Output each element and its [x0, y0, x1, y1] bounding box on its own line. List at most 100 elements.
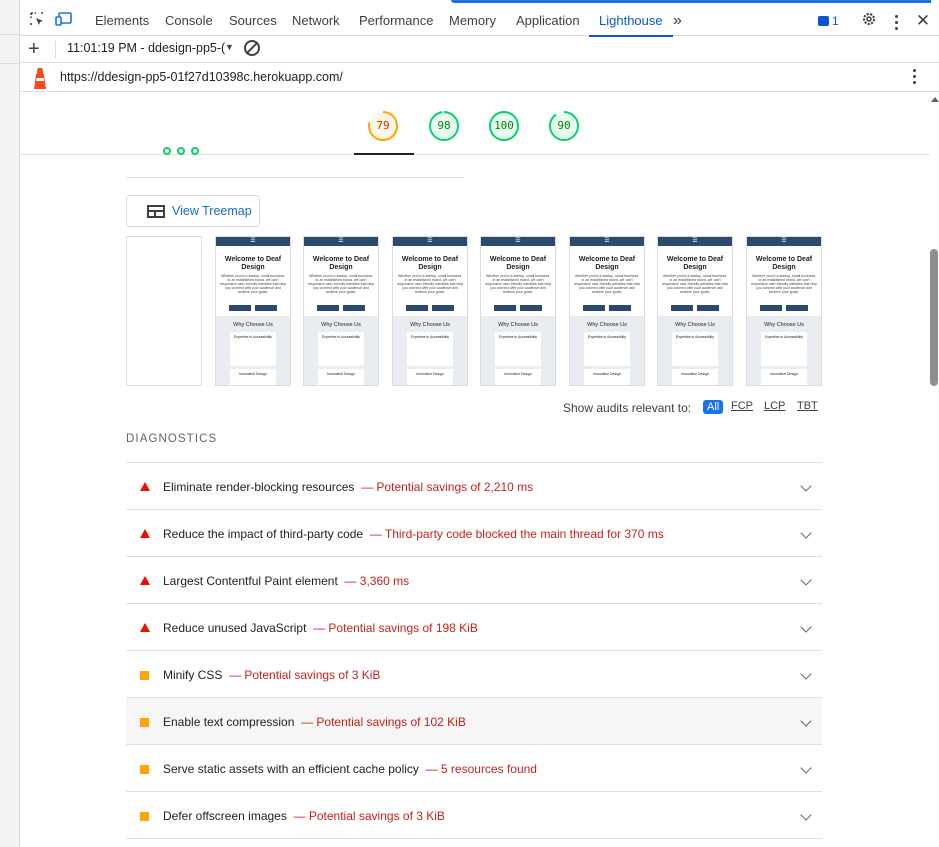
score-header: 79 98 100 90 — [20, 92, 930, 155]
frame-text: Whether you're a startup, small business… — [307, 274, 375, 294]
filmstrip-frame: ☰ Welcome to Deaf Design Whether you're a … — [215, 236, 291, 386]
device-toolbar-icon[interactable] — [54, 11, 74, 31]
section-divider — [126, 177, 464, 178]
view-treemap-label: View Treemap — [172, 204, 252, 218]
inspect-element-icon[interactable] — [27, 11, 47, 31]
frame-hero: Welcome to Deaf Design Whether you're a s… — [481, 246, 555, 316]
clear-reports-icon[interactable] — [244, 40, 260, 56]
diagnostic-audit-row[interactable]: Minify CSS — Potential savings of 3 KiB — [126, 650, 822, 697]
frame-card2: Innovative Design — [495, 369, 541, 385]
filmstrip-frame: ☰ Welcome to Deaf Design Whether you're a … — [303, 236, 379, 386]
settings-gear-icon[interactable] — [859, 11, 879, 31]
frame-card2-title: Innovative Design — [770, 372, 798, 376]
scroll-up-arrow-icon[interactable] — [931, 97, 939, 102]
tab-sources[interactable]: Sources — [229, 6, 277, 36]
view-treemap-button[interactable]: View Treemap — [126, 195, 260, 227]
frame-card2-title: Innovative Design — [681, 372, 709, 376]
tab-lighthouse[interactable]: Lighthouse — [589, 6, 673, 37]
score-gauge-seo[interactable]: 90 — [548, 110, 580, 142]
frame-card-title: Expertise in Accessibility — [321, 335, 361, 339]
devtools-tabbar: Elements Console Sources Network Perform… — [20, 6, 939, 37]
kebab-dots — [895, 15, 899, 33]
report-menu-icon[interactable] — [913, 69, 917, 91]
tab-application[interactable]: Application — [516, 6, 580, 36]
issues-count: 1 — [832, 14, 839, 28]
chevron-down-icon[interactable] — [800, 527, 812, 539]
diagnostic-audit-row[interactable]: Eliminate render-blocking resources — Po… — [126, 462, 822, 509]
fail-triangle-icon — [140, 623, 150, 632]
frame-title: Welcome to Deaf Design — [312, 256, 370, 271]
audit-title: Minify CSS — [163, 668, 223, 682]
diagnostic-audit-row[interactable]: Reduce the impact of third-party code — … — [126, 509, 822, 556]
fail-triangle-icon — [140, 482, 150, 491]
chevron-down-icon[interactable] — [800, 574, 812, 586]
vertical-scrollbar[interactable] — [929, 92, 939, 847]
score-value: 79 — [376, 119, 390, 132]
frame-card2: Innovative Design — [318, 369, 364, 385]
tab-console[interactable]: Console — [165, 6, 213, 36]
frame-nav: ☰ — [304, 237, 378, 246]
chevron-down-icon[interactable] — [800, 668, 812, 680]
filmstrip-frame: ☰ Welcome to Deaf Design Whether you're a … — [392, 236, 468, 386]
chevron-down-icon[interactable] — [800, 762, 812, 774]
frame-card2: Innovative Design — [230, 369, 276, 385]
diagnostic-audit-row[interactable]: Defer offscreen images — Potential savin… — [126, 791, 822, 838]
audit-detail: — Potential savings of 102 KiB — [301, 715, 466, 729]
diagnostic-audit-row[interactable]: Enable text compression — Potential savi… — [126, 697, 822, 744]
frame-card-title: Expertise in Accessibility — [587, 335, 627, 339]
chevron-down-icon[interactable] — [800, 480, 812, 492]
filter-chip-fcp[interactable]: FCP — [731, 400, 753, 412]
tab-elements[interactable]: Elements — [95, 6, 149, 36]
report-dropdown-icon[interactable]: ▼ — [225, 42, 234, 52]
audit-title: Reduce the impact of third-party code — [163, 527, 364, 541]
score-gauge-accessibility[interactable]: 98 — [428, 110, 460, 142]
diagnostic-audit-row[interactable]: Serve static assets with an efficient ca… — [126, 744, 822, 791]
frame-card2-title: Innovative Design — [416, 372, 444, 376]
frame-section: Why Choose Us — [498, 322, 538, 328]
score-gauge-performance[interactable]: 79 — [367, 110, 399, 142]
active-gauge-underline — [354, 153, 414, 155]
tab-memory[interactable]: Memory — [449, 6, 496, 36]
frame-card2-title: Innovative Design — [504, 372, 532, 376]
report-select[interactable]: 11:01:19 PM - ddesign-pp5-( — [67, 41, 225, 55]
frame-card: Expertise in Accessibility — [584, 332, 630, 366]
lighthouse-toolbar: + 11:01:19 PM - ddesign-pp5-( ▼ — [20, 36, 939, 63]
audit-detail: — Potential savings of 198 KiB — [313, 621, 478, 635]
audit-detail: — Third-party code blocked the main thre… — [369, 527, 664, 541]
audit-text: Serve static assets with an efficient ca… — [163, 762, 537, 776]
chevron-down-icon[interactable] — [800, 621, 812, 633]
filter-chip-lcp[interactable]: LCP — [764, 400, 785, 412]
diagnostic-audit-row[interactable]: Largest Contentful Paint element — 3,360… — [126, 556, 822, 603]
settings-gear-icon-svg — [863, 13, 875, 25]
frame-section: Why Choose Us — [587, 322, 627, 328]
fail-triangle-icon — [140, 576, 150, 585]
filmstrip-frame-blank — [126, 236, 202, 386]
score-gauge-best-practices[interactable]: 100 — [488, 110, 520, 142]
frame-card2-title: Innovative Design — [593, 372, 621, 376]
close-devtools-icon[interactable]: ✕ — [913, 11, 933, 31]
tab-network[interactable]: Network — [292, 6, 340, 36]
chevron-down-icon[interactable] — [800, 809, 812, 821]
frame-hero: Welcome to Deaf Design Whether you're a s… — [747, 246, 821, 316]
gutter-line — [0, 63, 20, 64]
filter-chip-all[interactable]: All — [703, 400, 724, 414]
filmstrip-frame: ☰ Welcome to Deaf Design Whether you're a … — [746, 236, 822, 386]
audit-text: Enable text compression — Potential savi… — [163, 715, 466, 729]
chevron-down-icon[interactable] — [800, 715, 812, 727]
issues-counter[interactable]: 1 — [818, 14, 839, 28]
tab-performance[interactable]: Performance — [359, 6, 433, 36]
filter-chip-tbt[interactable]: TBT — [797, 400, 818, 412]
audit-title: Largest Contentful Paint element — [163, 574, 338, 588]
metric-peek — [163, 147, 211, 155]
new-report-button[interactable]: + — [28, 37, 40, 61]
score-value: 98 — [437, 119, 451, 132]
diagnostic-audit-row[interactable]: Reduce unused JavaScript — Potential sav… — [126, 603, 822, 650]
frame-hero: Welcome to Deaf Design Whether you're a s… — [304, 246, 378, 316]
frame-nav: ☰ — [393, 237, 467, 246]
customize-menu-icon[interactable] — [887, 11, 907, 31]
frame-buttons — [570, 300, 644, 314]
frame-card: Expertise in Accessibility — [230, 332, 276, 366]
scrollbar-thumb[interactable] — [930, 249, 938, 386]
audit-text: Largest Contentful Paint element — 3,360… — [163, 574, 409, 588]
more-tabs-icon[interactable]: » — [673, 6, 682, 36]
